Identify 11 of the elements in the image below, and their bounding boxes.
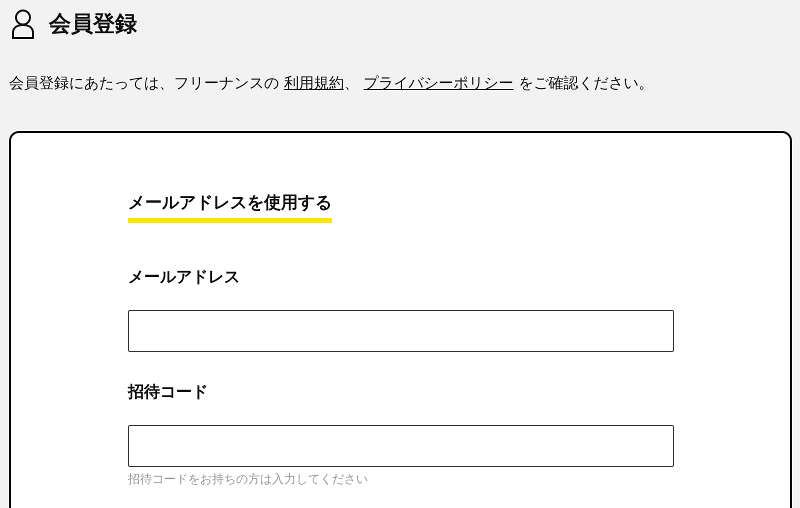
- text-link[interactable]: 利用規約: [284, 74, 344, 92]
- input-field[interactable]: [128, 425, 674, 467]
- hint-text: 招待コードをお持ちの方は入力してください: [128, 471, 369, 488]
- field-label: メールアドレス: [128, 267, 241, 288]
- section-heading: メールアドレスを使用する: [128, 191, 332, 223]
- intro-text: 会員登録にあたっては、フリーナンスの 利用規約、 プライバシーポリシー をご確認ください。: [9, 74, 654, 93]
- input-field[interactable]: [128, 310, 674, 352]
- field-label: 招待コード: [128, 382, 209, 403]
- text-link[interactable]: プライバシーポリシー: [364, 74, 514, 92]
- user-icon: [11, 9, 35, 39]
- page-title: 会員登録: [49, 11, 137, 39]
